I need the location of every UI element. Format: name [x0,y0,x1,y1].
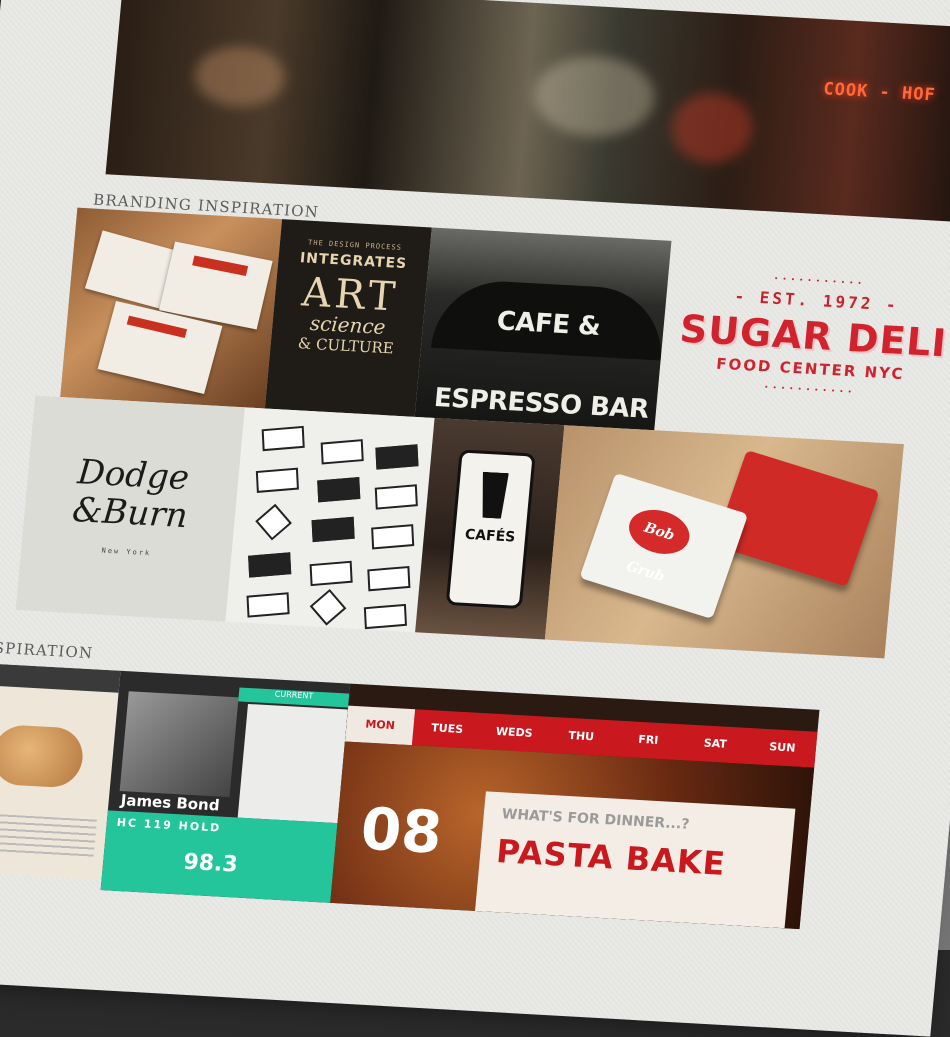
dinner-dish: PASTA BAKE [494,832,728,883]
day-tab[interactable]: THU [546,717,616,757]
hero-neon-sign: COOK - HOF [822,79,937,106]
day-tab[interactable]: MON [344,705,416,746]
profile-side-panel [237,703,348,824]
food-photo [0,723,86,789]
web-section-heading: INSPIRATION [0,637,95,663]
badge-mark [248,552,292,578]
badge-mark [317,477,361,503]
branding-tile-business-cards[interactable]: Bob Grub [544,425,904,659]
branding-tile-dodge-burn[interactable]: Dodge &Burn New York [15,395,245,622]
poster-integrates: INTEGRATES [299,250,408,273]
branding-tile-art-poster[interactable]: THE DESIGN PROCESS INTEGRATES ART scienc… [264,219,432,417]
badge-mark [255,467,299,493]
cafes-label: CAFÉS [464,526,516,546]
coffee-cup-icon [479,472,509,519]
espresso-bar-sign: CAFE & ESPRESSO BAR [430,277,667,425]
day-tab[interactable]: TUES [412,709,482,749]
dinner-date: 08 [358,794,445,867]
badge-mark [320,439,364,465]
portfolio-page: COOK - HOF BRANDING INSPIRATION THE DESI… [0,0,950,1037]
branding-tile-cafes-sign[interactable]: CAFÉS [415,417,565,640]
dodge-burn-location: New York [101,546,152,558]
day-tab[interactable]: SUN [747,728,817,768]
branding-tile-stationery[interactable] [60,207,283,409]
dinner-card: WHAT'S FOR DINNER...? PASTA BAKE [475,791,796,929]
day-tab[interactable]: FRI [613,721,683,761]
badge-mark [311,516,355,543]
badge-mark [374,484,418,510]
badge-mark [309,588,347,626]
day-tab[interactable]: WEDS [479,713,549,753]
badge-mark [261,425,305,452]
hero-photo-strip[interactable]: COOK - HOF [105,0,950,223]
web-tile-dinner-planner[interactable]: MON TUES WEDS THU FRI SAT SUN 08 WHAT'S … [330,683,820,930]
business-card-white: Bob Grub [579,472,749,620]
text-lines [0,813,97,860]
badge-mark [367,565,411,592]
photo-glow [668,90,755,166]
badge-mark [371,524,415,550]
app-header-bar [0,662,121,693]
branding-tile-espresso-sign[interactable]: CAFE & ESPRESSO BAR [414,227,672,431]
day-tab[interactable]: SAT [680,724,750,764]
badge-mark [363,603,407,630]
web-tile-profile-app[interactable]: CURRENT James Bond HC 119 HOLD 98.3 [100,670,351,903]
badge-mark [246,592,290,618]
dinner-question: WHAT'S FOR DINNER...? [501,806,691,833]
photo-glow [192,44,288,109]
branding-tile-sugar-deli[interactable]: • • • • • • • • • • • - EST. 1972 - SUGA… [654,241,950,447]
badge-mark [375,444,419,470]
photo-glow [530,53,658,140]
cafes-signboard: CAFÉS [445,449,536,610]
web-tile-recipe-app[interactable] [0,662,121,881]
profile-photo [119,691,239,798]
card-logo: Bob Grub [622,502,696,585]
profile-score: 98.3 [182,849,239,878]
badge-mark [309,560,353,587]
branding-tile-badge-set[interactable] [225,407,435,633]
badge-mark [255,503,292,541]
